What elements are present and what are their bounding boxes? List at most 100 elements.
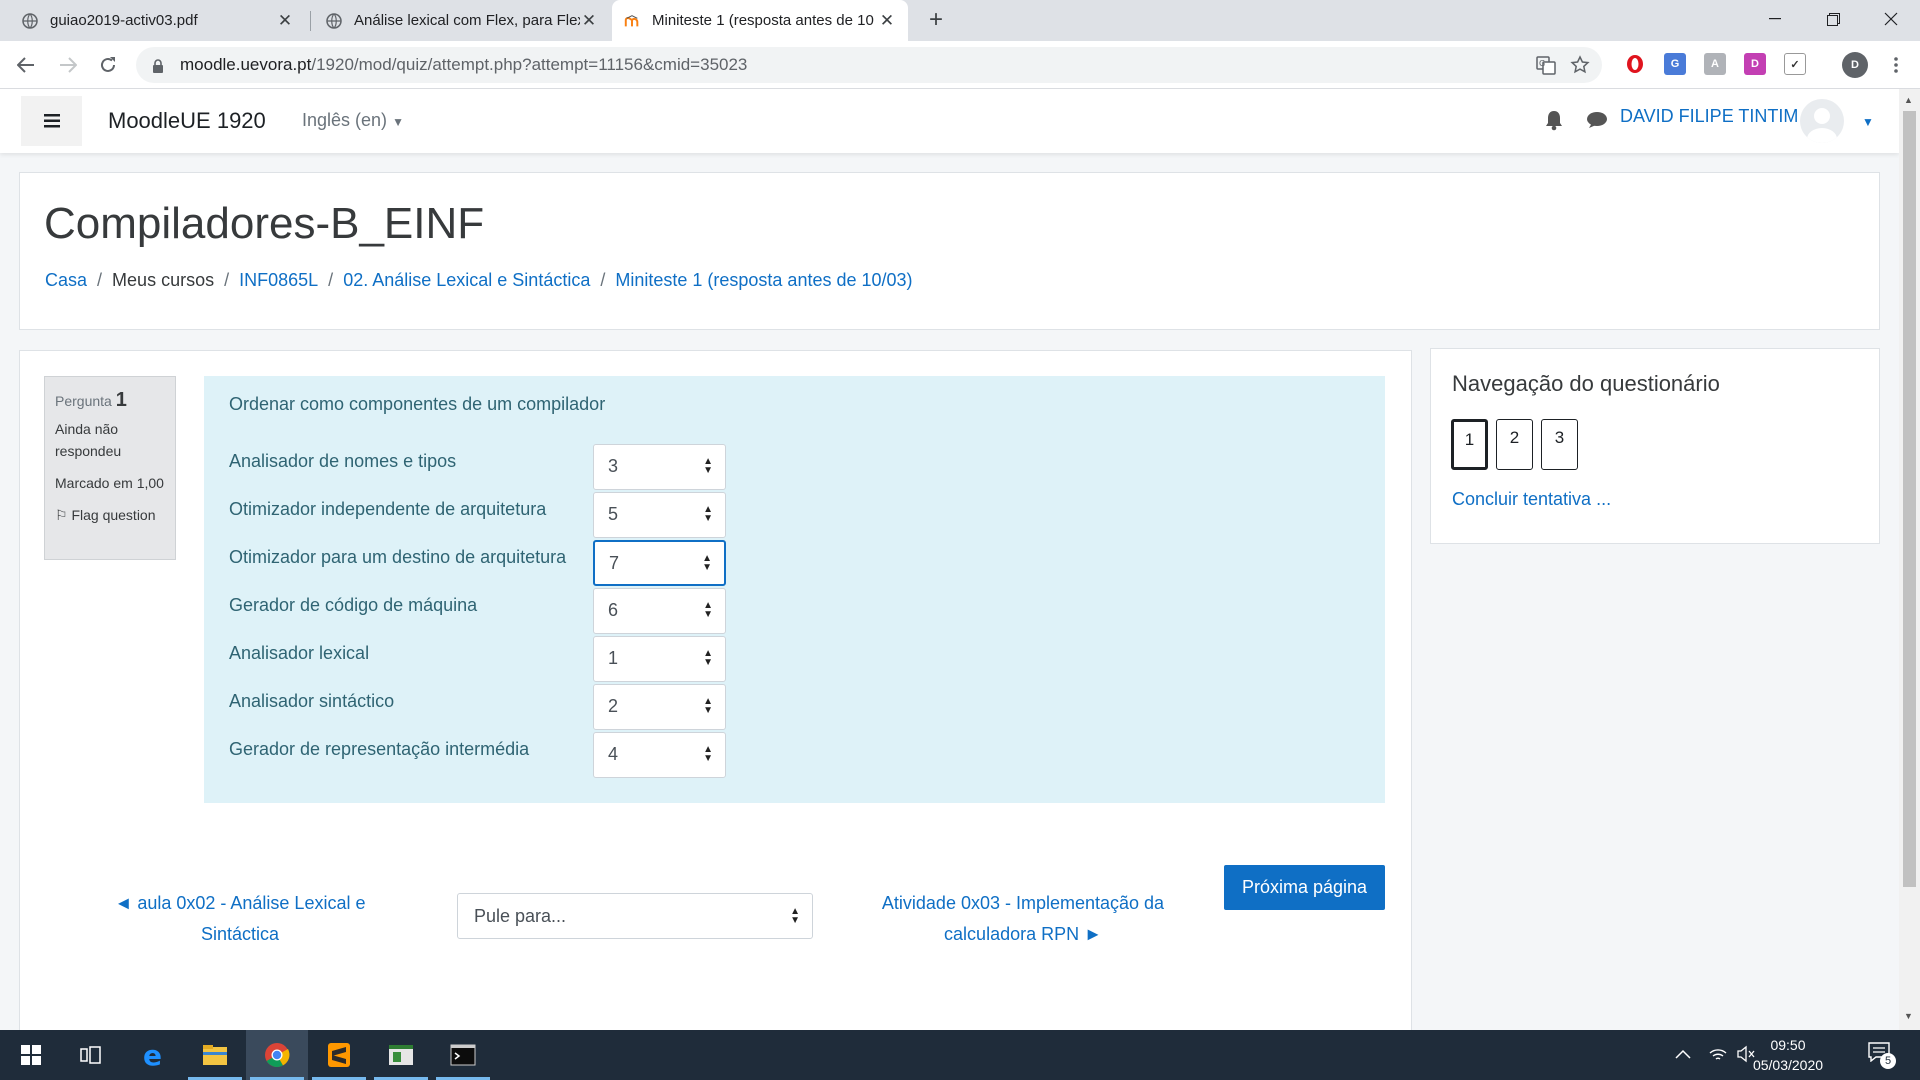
breadcrumb-quiz[interactable]: Miniteste 1 (resposta antes de 10/03) [615, 270, 912, 290]
tab-title: Análise lexical com Flex, para Flex [354, 12, 580, 29]
clock-time: 09:50 [1770, 1037, 1806, 1053]
course-title: Compiladores-B_EINF [44, 199, 485, 248]
user-avatar[interactable] [1800, 99, 1844, 143]
profile-avatar[interactable]: D [1842, 52, 1868, 78]
select-arrows-icon: ▲ ▼ [702, 553, 712, 573]
tab-title: Miniteste 1 (resposta antes de 10 [652, 12, 874, 29]
close-tab-icon[interactable]: ✕ [276, 11, 294, 31]
breadcrumb-my-courses: Meus cursos [112, 270, 215, 290]
file-explorer-icon[interactable] [184, 1030, 246, 1080]
terminal-icon[interactable] [432, 1030, 494, 1080]
answer-row: Otimizador para um destino de arquitetur… [229, 540, 749, 586]
tab-title: guiao2019-activ03.pdf [50, 12, 198, 29]
next-activity-link[interactable]: Atividade 0x03 - Implementação da calcul… [868, 888, 1178, 950]
bell-icon[interactable] [1544, 109, 1564, 136]
breadcrumb-course[interactable]: INF0865L [239, 270, 318, 290]
system-clock[interactable]: 09:50 05/03/2020 [1752, 1035, 1824, 1075]
answer-select[interactable]: 2 ▲ ▼ [593, 684, 726, 730]
extension-icon[interactable]: ✓ [1784, 53, 1806, 75]
breadcrumb: Casa / Meus cursos / INF0865L/02. Análise Le… [45, 270, 913, 290]
flag-question-link[interactable]: ⚐ Flag question [55, 504, 165, 526]
sublime-text-icon[interactable] [308, 1030, 370, 1080]
chat-bubble-icon[interactable] [1586, 111, 1608, 134]
moodle-favicon-icon [624, 13, 640, 29]
minimize-button[interactable] [1746, 0, 1804, 38]
answer-row: Analisador de nomes e tipos 3 ▲ ▼ [229, 444, 749, 490]
quiz-navigation-title: Navegação do questionário [1452, 371, 1720, 396]
select-arrows-icon: ▲ ▼ [790, 906, 800, 926]
svg-text:G: G [1539, 59, 1545, 68]
answer-label: Gerador de código de máquina [229, 595, 478, 615]
bookmark-star-icon[interactable] [1570, 55, 1590, 75]
translate-icon[interactable]: G [1536, 55, 1556, 75]
network-icon[interactable] [1708, 1045, 1728, 1068]
answer-value: 3 [608, 456, 619, 476]
finish-attempt-link[interactable]: Concluir tentativa ... [1452, 489, 1611, 510]
task-view-icon[interactable] [60, 1030, 122, 1080]
breadcrumb-section[interactable]: 02. Análise Lexical e Sintáctica [343, 270, 590, 290]
address-bar[interactable]: moodle.uevora.pt/1920/mod/quiz/attempt.p… [136, 47, 1602, 83]
answer-select[interactable]: 4 ▲ ▼ [593, 732, 726, 778]
language-menu[interactable]: Inglês (en) ▼ [302, 110, 404, 131]
scrollbar-thumb[interactable] [1903, 111, 1916, 887]
tab-pdf[interactable]: guiao2019-activ03.pdf ✕ [10, 0, 306, 41]
answer-value: 2 [608, 696, 619, 716]
question-number: 1 [115, 389, 127, 411]
page-scrollbar[interactable]: ▲ ▼ [1899, 89, 1920, 1030]
select-arrows-icon: ▲ ▼ [703, 456, 713, 476]
back-button[interactable] [10, 49, 42, 81]
url-path: /1920/mod/quiz/attempt.php?attempt=11156… [311, 55, 748, 74]
answer-select[interactable]: 5 ▲ ▼ [593, 492, 726, 538]
svg-text:e: e [143, 1042, 162, 1068]
answer-select[interactable]: 6 ▲ ▼ [593, 588, 726, 634]
user-menu-caret-icon[interactable]: ▼ [1862, 115, 1874, 129]
opera-extension-icon[interactable] [1624, 53, 1646, 75]
app-window-icon[interactable] [370, 1030, 432, 1080]
close-window-button[interactable] [1862, 0, 1920, 38]
notification-center-icon[interactable]: 5 [1868, 1042, 1896, 1069]
select-arrows-icon: ▲ ▼ [703, 600, 713, 620]
tray-chevron-up-icon[interactable] [1675, 1046, 1691, 1064]
page-viewport: MoodleUE 1920 Inglês (en) ▼ DAVID FILIPE… [0, 89, 1899, 1030]
clock-date: 05/03/2020 [1752, 1057, 1824, 1073]
hamburger-menu-icon[interactable] [21, 96, 82, 146]
answer-label: Gerador de representação intermédia [229, 739, 530, 759]
language-label: Inglês (en) [302, 110, 388, 130]
question-info-box: Pergunta 1 Ainda não respondeu Marcado e… [44, 376, 176, 560]
browser-toolbar: moodle.uevora.pt/1920/mod/quiz/attempt.p… [0, 41, 1920, 89]
google-translate-extension-icon[interactable]: G [1664, 53, 1686, 75]
answer-select[interactable]: 7 ▲ ▼ [593, 540, 726, 586]
jump-to-select[interactable]: Pule para... ▲ ▼ [457, 893, 813, 939]
windows-start-icon[interactable] [0, 1030, 62, 1080]
breadcrumb-home[interactable]: Casa [45, 270, 87, 290]
answer-value: 7 [609, 553, 620, 573]
close-tab-icon[interactable]: ✕ [580, 11, 598, 31]
question-content: Ordenar como componentes de um compilado… [204, 376, 1385, 803]
answer-select[interactable]: 1 ▲ ▼ [593, 636, 726, 682]
tab-miniteste[interactable]: Miniteste 1 (resposta antes de 10 ✕ [612, 0, 908, 41]
site-brand[interactable]: MoodleUE 1920 [108, 108, 266, 134]
quiz-nav-question-3[interactable]: 3 [1541, 419, 1578, 470]
moodle-navbar: MoodleUE 1920 Inglês (en) ▼ DAVID FILIPE… [0, 89, 1899, 153]
tab-flex[interactable]: Análise lexical com Flex, para Flex ✕ [314, 0, 610, 41]
answer-label: Analisador sintáctico [229, 691, 395, 711]
pdf-extension-icon[interactable]: A [1704, 53, 1726, 75]
d-extension-icon[interactable]: D [1744, 53, 1766, 75]
user-name[interactable]: DAVID FILIPE TINTIM [1620, 106, 1798, 127]
quiz-nav-question-1[interactable]: 1 [1451, 419, 1488, 470]
quiz-nav-question-2[interactable]: 2 [1496, 419, 1533, 470]
next-page-button[interactable]: Próxima página [1224, 865, 1385, 910]
previous-activity-link[interactable]: ◄ aula 0x02 - Análise Lexical e Sintácti… [110, 888, 370, 950]
scroll-down-icon[interactable]: ▼ [1904, 1011, 1913, 1021]
edge-browser-icon[interactable]: e [122, 1030, 184, 1080]
close-tab-icon[interactable]: ✕ [878, 11, 896, 31]
answer-select[interactable]: 3 ▲ ▼ [593, 444, 726, 490]
new-tab-button[interactable]: + [922, 6, 950, 34]
chrome-icon[interactable] [246, 1030, 308, 1080]
browser-menu-icon[interactable] [1880, 49, 1912, 81]
scroll-up-icon[interactable]: ▲ [1904, 95, 1913, 105]
forward-button[interactable] [52, 49, 84, 81]
restore-button[interactable] [1804, 0, 1862, 38]
reload-button[interactable] [92, 49, 124, 81]
select-arrows-icon: ▲ ▼ [703, 648, 713, 668]
